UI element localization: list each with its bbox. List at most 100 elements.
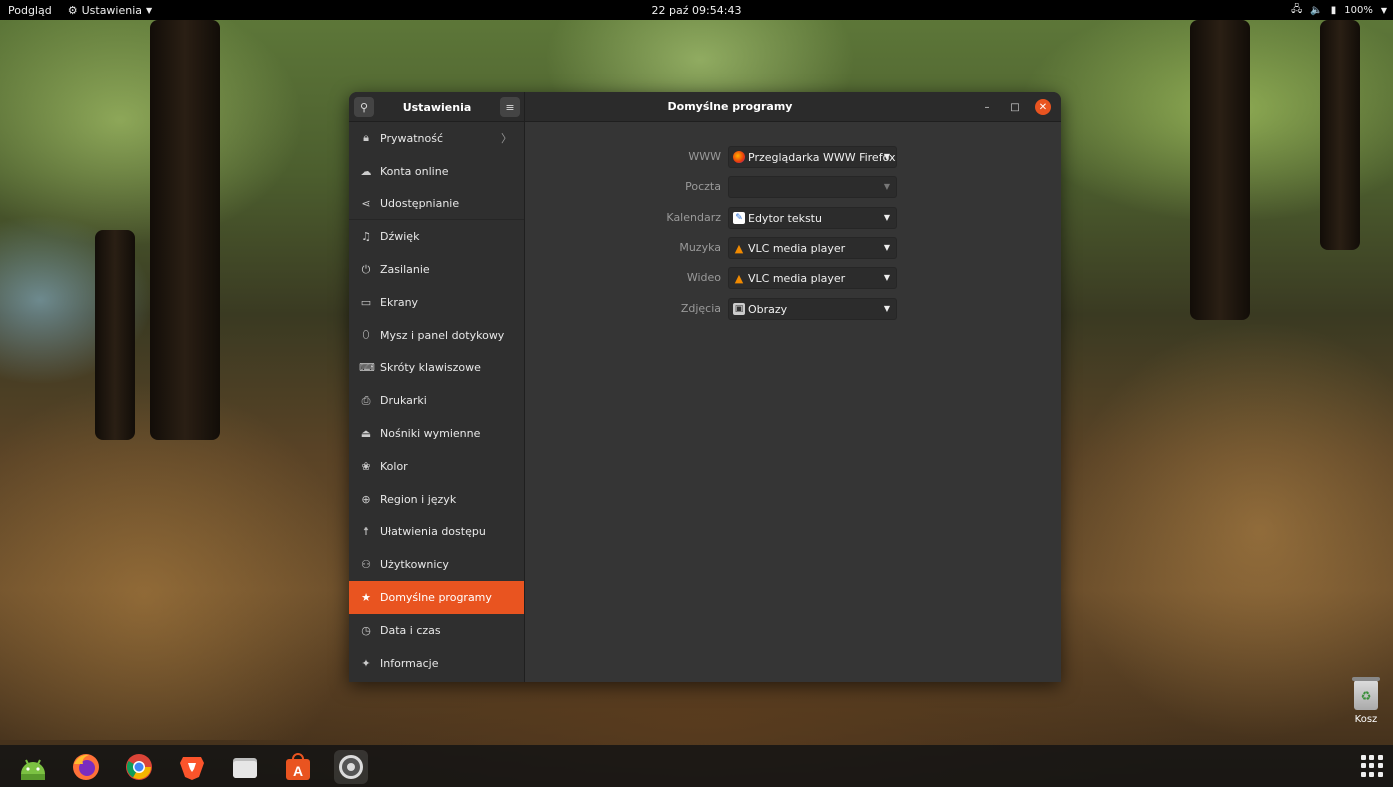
minimize-button[interactable]: – xyxy=(979,99,995,115)
mail-select[interactable]: ▼ xyxy=(728,176,897,198)
sidebar-item-label: Skróty klawiszowe xyxy=(380,361,481,375)
default-app-row-poczta: Poczta ▼ xyxy=(526,176,1061,198)
sidebar-item-zasilanie[interactable]: ⏻ Zasilanie xyxy=(349,253,524,286)
software-center-launcher[interactable]: A xyxy=(281,750,315,784)
trash-label: Kosz xyxy=(1354,714,1378,725)
firefox-icon xyxy=(73,754,99,780)
default-app-row-www: WWW Przeglądarka WWW Firefox ▼ xyxy=(526,146,1061,168)
window-titlebar[interactable]: ⚲ Ustawienia ≡ Domyślne programy – □ ✕ xyxy=(349,92,1061,122)
row-label: Poczta xyxy=(685,180,721,193)
photos-select[interactable]: ▣ Obrazy ▼ xyxy=(728,298,897,320)
row-label: WWW xyxy=(688,150,721,163)
power-icon: ⏻ xyxy=(361,262,371,276)
sidebar-item-label: Dźwięk xyxy=(380,230,420,244)
sidebar-item-label: Data i czas xyxy=(380,623,441,637)
tree-trunk xyxy=(1320,20,1360,250)
accessibility-icon: ☨ xyxy=(363,525,369,539)
sidebar-item-domyslne-programy[interactable]: ★ Domyślne programy xyxy=(349,581,524,614)
sidebar-item-drukarki[interactable]: ⎙ Drukarki xyxy=(349,384,524,417)
volume-icon: 🔈 xyxy=(1310,4,1323,16)
lock-icon: 🔒︎ xyxy=(363,131,369,145)
sidebar-item-data-czas[interactable]: ◷ Data i czas xyxy=(349,614,524,647)
sidebar-item-label: Nośniki wymienne xyxy=(380,427,481,441)
select-value: Edytor tekstu xyxy=(748,211,822,225)
sidebar-item-ekrany[interactable]: ▭ Ekrany xyxy=(349,286,524,319)
sidebar-item-dzwiek[interactable]: ♫ Dźwięk xyxy=(349,220,524,253)
tree-trunk xyxy=(150,20,220,440)
brave-launcher[interactable] xyxy=(175,750,209,784)
caret-down-icon: ▼ xyxy=(1380,5,1387,15)
search-icon: ⚲ xyxy=(359,100,369,114)
caret-down-icon: ▼ xyxy=(883,152,890,161)
sidebar-item-label: Udostępnianie xyxy=(380,196,460,210)
sidebar-item-prywatnosc[interactable]: 🔒︎ Prywatność 〉 xyxy=(349,122,524,155)
default-app-row-muzyka: Muzyka ▲ VLC media player ▼ xyxy=(526,237,1061,259)
image-viewer-icon: ▣ xyxy=(733,303,745,315)
sidebar-item-udostepnianie[interactable]: ⋖ Udostępnianie xyxy=(349,188,524,221)
sidebar-item-skroty[interactable]: ⌨ Skróty klawiszowe xyxy=(349,352,524,385)
sidebar-item-label: Drukarki xyxy=(380,394,427,408)
software-center-icon: A xyxy=(286,753,310,780)
sidebar-item-label: Domyślne programy xyxy=(380,591,492,605)
svg-text:A: A xyxy=(293,763,303,779)
video-select[interactable]: ▲ VLC media player ▼ xyxy=(728,267,897,289)
files-launcher[interactable] xyxy=(228,750,262,784)
activities-button[interactable]: Podgląd xyxy=(0,4,60,17)
vlc-icon: ▲ xyxy=(734,271,744,285)
show-applications-button[interactable] xyxy=(1361,755,1383,777)
top-bar: Podgląd ⚙ Ustawienia ▼ 22 paź 09:54:43 🖧… xyxy=(0,0,1393,20)
cloud-icon: ☁︎ xyxy=(360,164,372,178)
sidebar-item-label: Użytkownicy xyxy=(380,558,449,572)
clock[interactable]: 22 paź 09:54:43 xyxy=(652,4,742,17)
sidebar-header: ⚲ Ustawienia ≡ xyxy=(349,92,525,122)
sidebar-item-label: Prywatność xyxy=(380,131,444,145)
android-studio-launcher[interactable] xyxy=(16,750,50,784)
www-select[interactable]: Przeglądarka WWW Firefox ▼ xyxy=(728,146,897,168)
app-menu[interactable]: ⚙ Ustawienia ▼ xyxy=(60,4,160,17)
select-value: Obrazy xyxy=(748,302,788,316)
settings-launcher[interactable] xyxy=(334,750,368,784)
trash-desktop-icon[interactable]: ♻ Kosz xyxy=(1344,677,1388,725)
firefox-launcher[interactable] xyxy=(69,750,103,784)
firefox-icon xyxy=(733,151,745,163)
music-select[interactable]: ▲ VLC media player ▼ xyxy=(728,237,897,259)
calendar-select[interactable]: ✎ Edytor tekstu ▼ xyxy=(728,207,897,229)
display-icon: ▭ xyxy=(360,295,372,309)
star-icon: ★ xyxy=(361,591,371,605)
chrome-icon xyxy=(126,754,152,780)
search-button[interactable]: ⚲ xyxy=(354,97,374,117)
sidebar-item-label: Konta online xyxy=(380,164,449,178)
settings-icon xyxy=(339,755,363,779)
maximize-icon: □ xyxy=(1010,101,1020,113)
menu-button[interactable]: ≡ xyxy=(500,97,520,117)
sidebar-item-ulatwienia[interactable]: ☨ Ułatwienia dostępu xyxy=(349,516,524,549)
sidebar-item-informacje[interactable]: ✦ Informacje xyxy=(349,647,524,680)
info-icon: ✦ xyxy=(361,656,371,670)
sidebar-item-label: Informacje xyxy=(380,656,439,670)
printer-icon: ⎙ xyxy=(361,393,371,407)
sidebar-item-kolor[interactable]: ❀ Kolor xyxy=(349,450,524,483)
network-icon: 🖧 xyxy=(1291,3,1303,15)
sidebar-item-nosniki[interactable]: ⏏ Nośniki wymienne xyxy=(349,417,524,450)
vlc-icon: ▲ xyxy=(734,241,744,255)
row-label: Muzyka xyxy=(679,241,721,254)
default-app-row-kalendarz: Kalendarz ✎ Edytor tekstu ▼ xyxy=(526,207,1061,229)
sidebar-item-uzytkownicy[interactable]: ⚇ Użytkownicy xyxy=(349,548,524,581)
close-icon: ✕ xyxy=(1038,101,1048,113)
select-value: Przeglądarka WWW Firefox xyxy=(748,150,896,164)
hamburger-icon: ≡ xyxy=(505,100,515,114)
color-icon: ❀ xyxy=(361,459,371,473)
sidebar-item-region[interactable]: ⊕ Region i język xyxy=(349,483,524,516)
sidebar-item-label: Kolor xyxy=(380,459,408,473)
battery-icon: ▮ xyxy=(1330,4,1337,16)
share-icon: ⋖ xyxy=(361,196,371,210)
system-tray[interactable]: 🖧 🔈 ▮ 100% ▼ xyxy=(1291,0,1387,20)
sidebar-item-konta-online[interactable]: ☁︎ Konta online xyxy=(349,155,524,188)
row-label: Kalendarz xyxy=(666,211,721,224)
chrome-launcher[interactable] xyxy=(122,750,156,784)
row-label: Wideo xyxy=(686,271,721,284)
page-title: Domyślne programy xyxy=(667,100,793,113)
close-button[interactable]: ✕ xyxy=(1035,99,1051,115)
sidebar-item-mysz[interactable]: ⬯ Mysz i panel dotykowy xyxy=(349,319,524,352)
maximize-button[interactable]: □ xyxy=(1007,99,1023,115)
